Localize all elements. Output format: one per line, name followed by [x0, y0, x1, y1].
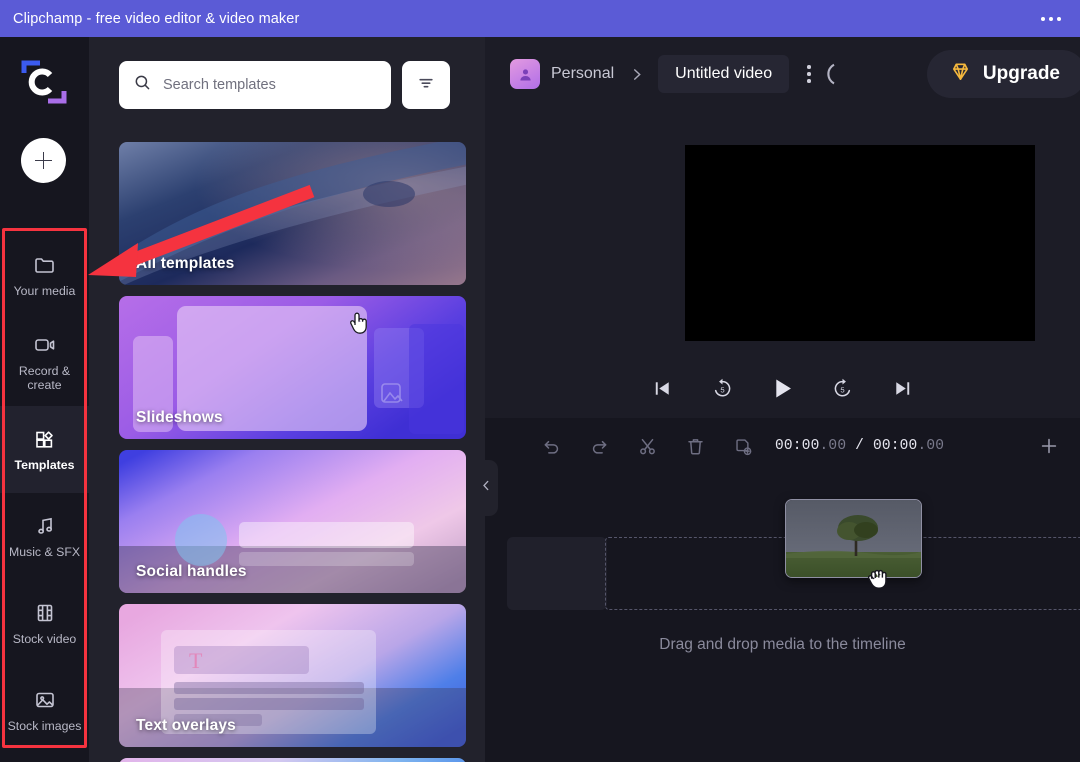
editor-area: Personal Untitled video: [485, 37, 1080, 762]
svg-text:T: T: [189, 648, 203, 673]
chevron-left-icon: [479, 478, 494, 498]
avatar[interactable]: [510, 59, 540, 89]
filter-button[interactable]: [402, 61, 450, 109]
undo-button[interactable]: [527, 425, 575, 467]
timecode-total: 00:00: [873, 438, 918, 454]
clipchamp-logo[interactable]: [18, 56, 70, 108]
split-button[interactable]: [623, 425, 671, 467]
svg-text:5: 5: [720, 385, 724, 394]
play-button[interactable]: [766, 371, 800, 405]
delete-button[interactable]: [671, 425, 719, 467]
collapse-panel-button[interactable]: [476, 460, 498, 516]
template-card-partial[interactable]: [119, 758, 466, 762]
search-templates-box[interactable]: [119, 61, 391, 109]
window-titlebar: Clipchamp - free video editor & video ma…: [0, 0, 1080, 37]
video-camera-icon: [33, 333, 57, 357]
sidebar-item-stock-video[interactable]: Stock video: [0, 580, 89, 667]
add-track-button[interactable]: [1032, 429, 1066, 463]
sidebar-nav: Your media Record & create: [0, 232, 89, 754]
workspace-name[interactable]: Personal: [551, 65, 614, 83]
upgrade-button[interactable]: Upgrade: [927, 50, 1080, 98]
diamond-icon: [949, 60, 972, 88]
image-icon: [33, 688, 57, 712]
timeline-panel: 00:00.00 / 00:00.00: [485, 418, 1080, 762]
add-media-button[interactable]: [21, 138, 66, 183]
forward-5-button[interactable]: 5: [826, 371, 860, 405]
sidebar-item-label: Your media: [14, 284, 76, 299]
timeline-hint-text: Drag and drop media to the timeline: [485, 636, 1080, 654]
template-card-label: Social handles: [136, 563, 247, 581]
project-title-value: Untitled video: [675, 65, 772, 83]
template-card-list: All templates: [119, 142, 466, 762]
project-menu-button[interactable]: [795, 57, 823, 91]
playback-controls: 5 5: [485, 362, 1080, 414]
skip-to-end-button[interactable]: [886, 371, 920, 405]
window-title: Clipchamp - free video editor & video ma…: [13, 11, 299, 27]
template-card-slideshows[interactable]: Slideshows: [119, 296, 466, 439]
more-horizontal-icon[interactable]: [1041, 17, 1061, 21]
template-card-label: Slideshows: [136, 409, 223, 427]
chevron-right-icon: [628, 66, 645, 83]
timecode-display: 00:00.00 / 00:00.00: [775, 438, 944, 454]
editor-header: Personal Untitled video: [485, 37, 1080, 111]
sidebar-item-label: Stock video: [13, 632, 77, 647]
svg-text:5: 5: [840, 385, 844, 394]
project-title-input[interactable]: Untitled video: [658, 55, 789, 93]
track-header[interactable]: [507, 537, 607, 610]
templates-icon: [33, 427, 57, 451]
sidebar-item-label: Record & create: [4, 364, 85, 393]
sidebar-item-label: Music & SFX: [9, 545, 80, 560]
sidebar-item-label: Templates: [15, 458, 75, 473]
timecode-separator: /: [846, 438, 873, 454]
dragged-media-thumbnail[interactable]: [785, 499, 922, 578]
template-card-label: Text overlays: [136, 717, 236, 735]
partial-hidden-icon[interactable]: [825, 59, 841, 89]
folder-icon: [33, 253, 57, 277]
template-card-social-handles[interactable]: Social handles: [119, 450, 466, 593]
search-input[interactable]: [163, 77, 368, 93]
templates-panel: All templates: [89, 37, 485, 762]
sidebar-item-record-create[interactable]: Record & create: [0, 319, 89, 406]
template-card-text-overlays[interactable]: T Text overlays: [119, 604, 466, 747]
sidebar-item-music-sfx[interactable]: Music & SFX: [0, 493, 89, 580]
template-card-all-templates[interactable]: All templates: [119, 142, 466, 285]
sidebar-item-your-media[interactable]: Your media: [0, 232, 89, 319]
search-icon: [133, 73, 152, 97]
pointer-hand-cursor: [349, 309, 371, 342]
video-preview[interactable]: [685, 145, 1035, 341]
film-strip-icon: [33, 601, 57, 625]
timecode-current-frac: .00: [820, 438, 847, 454]
clipchamp-window: Clipchamp - free video editor & video ma…: [0, 0, 1080, 762]
skip-to-start-button[interactable]: [646, 371, 680, 405]
sidebar-item-stock-images[interactable]: Stock images: [0, 667, 89, 754]
redo-button[interactable]: [575, 425, 623, 467]
filter-icon: [416, 73, 436, 98]
sidebar-item-templates[interactable]: Templates: [0, 406, 89, 493]
music-note-icon: [33, 514, 57, 538]
grab-hand-cursor: [867, 564, 893, 597]
upgrade-label: Upgrade: [983, 63, 1060, 85]
timeline-tracks: Drag and drop media to the timeline: [485, 474, 1080, 762]
sidebar-item-label: Stock images: [8, 719, 82, 734]
duplicate-button[interactable]: [719, 425, 767, 467]
timecode-current: 00:00: [775, 438, 820, 454]
timeline-toolbar: 00:00.00 / 00:00.00: [485, 418, 1080, 474]
timecode-total-frac: .00: [917, 438, 944, 454]
template-card-label: All templates: [136, 255, 234, 273]
rewind-5-button[interactable]: 5: [706, 371, 740, 405]
left-sidebar: Your media Record & create: [0, 37, 89, 762]
panel-search-row: [89, 37, 485, 133]
